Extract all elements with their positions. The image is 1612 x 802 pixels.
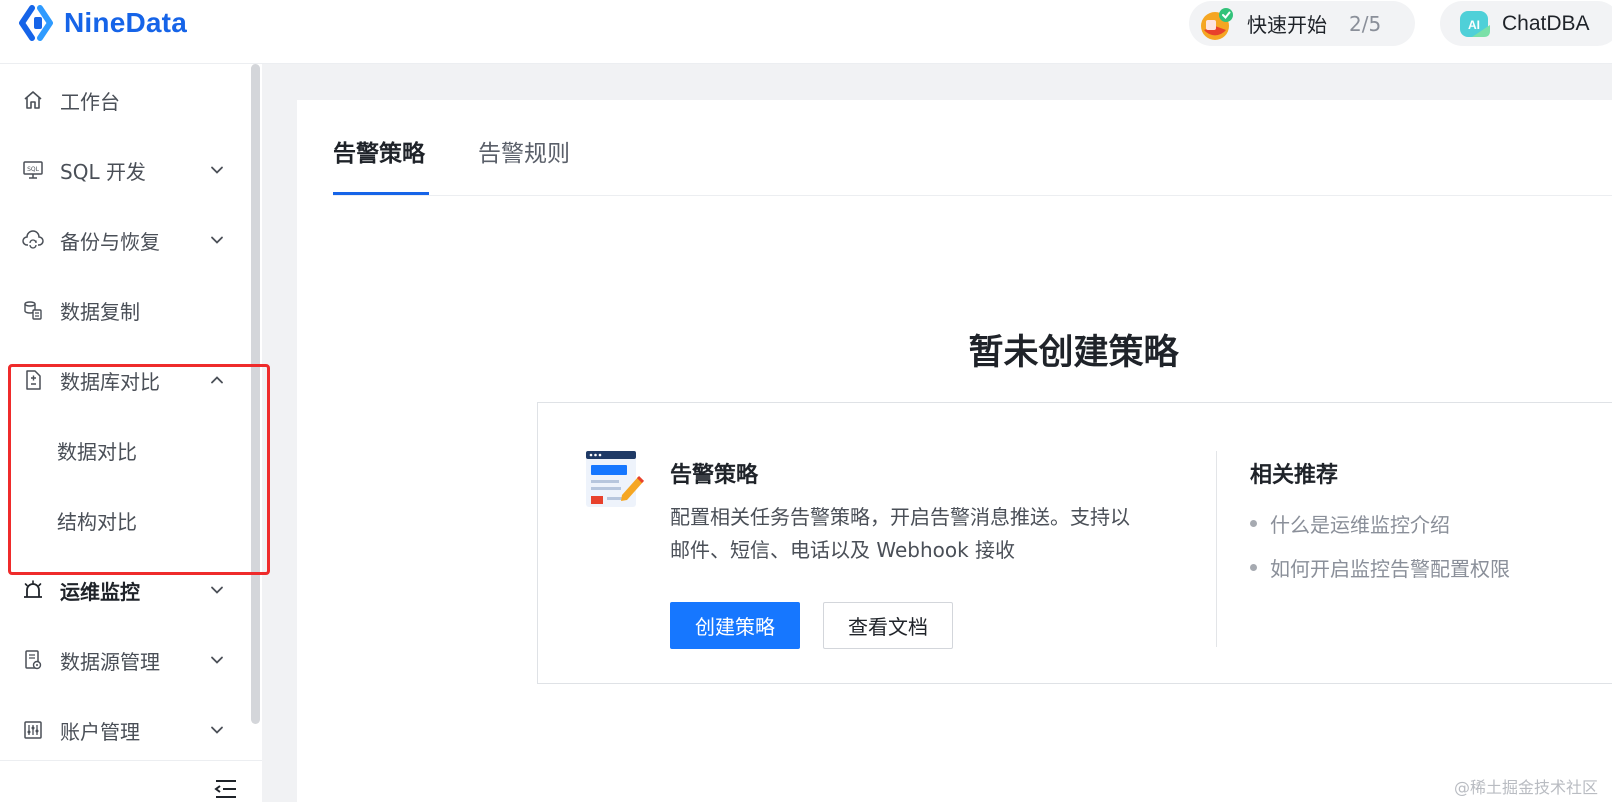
datasource-icon: [21, 648, 45, 672]
quick-start-label: 快速开始: [1247, 13, 1327, 37]
card-title: 告警策略: [670, 463, 759, 488]
card-description: 配置相关任务告警策略，开启告警消息推送。支持以 邮件、短信、电话以及 Webho…: [670, 501, 1170, 567]
sidebar-item-label: 运维监控: [60, 579, 140, 604]
sidebar-item-data-replication[interactable]: 数据复制: [0, 280, 250, 340]
sidebar-item-label: 数据源管理: [60, 649, 160, 674]
sidebar-item-database-compare[interactable]: 数据库对比: [0, 350, 250, 410]
sidebar-footer-divider: [0, 760, 262, 761]
card-description-line: 邮件、短信、电话以及 Webhook 接收: [670, 538, 1016, 562]
logo[interactable]: NineData: [18, 2, 187, 44]
sidebar-subitem-label: 数据对比: [57, 439, 137, 464]
recommendations-title: 相关推荐: [1250, 463, 1339, 488]
alert-policy-card: 告警策略 配置相关任务告警策略，开启告警消息推送。支持以 邮件、短信、电话以及 …: [537, 402, 1612, 684]
ninedata-logo-icon: [19, 5, 53, 41]
recommendation-link-label: 如何开启监控告警配置权限: [1270, 556, 1510, 581]
sidebar-item-sql-dev[interactable]: SQL SQL 开发: [0, 140, 250, 200]
ai-icon: AI: [1460, 10, 1490, 37]
quick-start-button[interactable]: 快速开始 2/5: [1189, 1, 1415, 46]
logo-text: NineData: [64, 7, 187, 38]
chevron-up-icon: [211, 376, 223, 384]
alert-policy-illustration-icon: [586, 451, 644, 507]
chevron-down-icon: [211, 236, 223, 244]
chatdba-button[interactable]: AI ChatDBA: [1440, 1, 1612, 46]
sidebar-subitem-label: 结构对比: [57, 509, 137, 534]
quick-start-progress: 2/5: [1349, 11, 1382, 36]
quick-start-icon: [1201, 7, 1233, 40]
recommendation-link[interactable]: 什么是运维监控介绍: [1250, 501, 1510, 545]
sidebar-item-label: 数据库对比: [60, 369, 160, 394]
sidebar-item-label: 备份与恢复: [60, 229, 160, 254]
sidebar-item-label: 工作台: [60, 89, 120, 114]
tab-alert-policy[interactable]: 告警策略: [333, 134, 425, 168]
sidebar-item-datasource-management[interactable]: 数据源管理: [0, 630, 250, 690]
sidebar-subitem-data-compare[interactable]: 数据对比: [0, 420, 250, 480]
account-settings-icon: [21, 718, 45, 742]
sidebar-item-ops-monitoring[interactable]: 运维监控: [0, 560, 250, 620]
tab-divider: [333, 195, 1612, 196]
recommendation-link-label: 什么是运维监控介绍: [1270, 512, 1450, 537]
home-icon: [21, 88, 45, 112]
sidebar-item-backup-restore[interactable]: 备份与恢复: [0, 210, 250, 270]
database-copy-icon: [21, 298, 45, 322]
chatdba-label: ChatDBA: [1502, 11, 1590, 35]
top-header: NineData 快速开始 2/5 AI ChatDBA: [0, 0, 1612, 64]
card-description-line: 配置相关任务告警策略，开启告警消息推送。支持以: [670, 505, 1130, 529]
sidebar-item-label: 账户管理: [60, 719, 140, 744]
sidebar-item-workbench[interactable]: 工作台: [0, 70, 250, 130]
bullet-icon: [1250, 519, 1257, 527]
sidebar-item-label: 数据复制: [60, 299, 140, 324]
recommendations-list: 什么是运维监控介绍 如何开启监控告警配置权限: [1250, 501, 1510, 589]
watermark: @稀土掘金技术社区: [1453, 778, 1598, 797]
sidebar-subitem-structure-compare[interactable]: 结构对比: [0, 490, 250, 550]
bullet-icon: [1250, 563, 1257, 571]
recommendation-link[interactable]: 如何开启监控告警配置权限: [1250, 545, 1510, 589]
chevron-down-icon: [211, 656, 223, 664]
create-policy-button[interactable]: 创建策略: [670, 602, 800, 649]
chevron-down-icon: [211, 166, 223, 174]
alarm-icon: [21, 578, 45, 602]
card-divider: [1216, 451, 1217, 647]
collapse-sidebar-icon[interactable]: [214, 778, 238, 800]
active-tab-indicator: [333, 192, 429, 195]
sidebar-item-account-management[interactable]: 账户管理: [0, 700, 250, 760]
chevron-down-icon: [211, 586, 223, 594]
sidebar-item-label: SQL 开发: [60, 159, 146, 184]
sidebar-scrollbar[interactable]: [251, 64, 260, 724]
chevron-down-icon: [211, 726, 223, 734]
tab-alert-rules[interactable]: 告警规则: [478, 134, 570, 168]
svg-text:SQL: SQL: [27, 166, 40, 173]
document-compare-icon: [21, 368, 45, 392]
empty-state-title: 暂未创建策略: [968, 333, 1179, 373]
main-content: 告警策略 告警规则 暂未创建策略 告警策略 配置相关任务告警策略，开启告警消息推…: [297, 100, 1612, 802]
cloud-sync-icon: [21, 228, 45, 252]
ai-badge-text: AI: [1468, 18, 1480, 32]
view-docs-button[interactable]: 查看文档: [823, 602, 953, 649]
monitor-sql-icon: SQL: [21, 158, 45, 182]
